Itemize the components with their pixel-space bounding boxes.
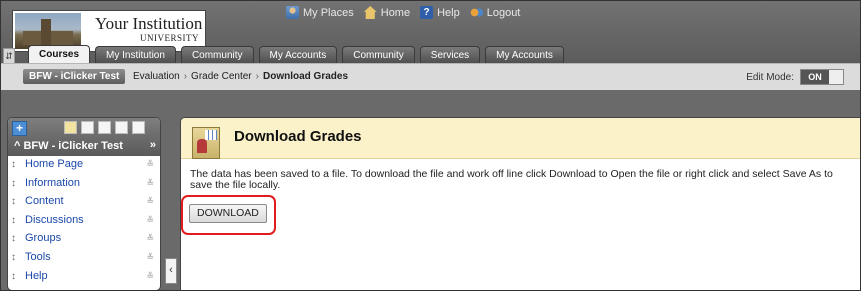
course-menu-header: + ^ BFW - iClicker Test » — [8, 118, 160, 156]
tab-bar: Courses My Institution Community My Acco… — [28, 45, 564, 64]
breadcrumb: Evaluation › Grade Center › Download Grades — [133, 71, 348, 82]
my-places-link[interactable]: My Places — [286, 6, 354, 19]
help-label: Help — [437, 6, 460, 19]
menu-item-label: Discussions — [25, 213, 84, 226]
edit-mode: Edit Mode: ON — [746, 69, 844, 85]
logo-title: Your Institution — [95, 14, 203, 33]
campus-image — [15, 13, 81, 49]
my-places-label: My Places — [303, 6, 354, 19]
tab-services[interactable]: Services — [419, 46, 481, 64]
drag-handle-icon[interactable]: ↕ — [11, 214, 17, 227]
chevron-down-icon[interactable]: ≚ — [146, 268, 154, 286]
tab-community-2[interactable]: Community — [342, 46, 415, 64]
menu-item-content[interactable]: ↕ Content ≚ — [8, 193, 160, 212]
menu-item-label: Tools — [25, 250, 51, 263]
course-menu-title[interactable]: ^ BFW - iClicker Test — [14, 140, 123, 152]
course-menu: + ^ BFW - iClicker Test » ↕ Home Page ≚ ↕ I… — [7, 117, 161, 290]
menu-item-label: Content — [25, 195, 64, 208]
menu-item-groups[interactable]: ↕ Groups ≚ — [8, 230, 160, 249]
browser-frame: Your Institution UNIVERSITY My Places Ho… — [0, 0, 861, 291]
logo-subtitle: UNIVERSITY — [140, 33, 199, 43]
menu-item-tools[interactable]: ↕ Tools ≚ — [8, 249, 160, 268]
logout-link[interactable]: Logout — [469, 6, 521, 19]
help-icon: ? — [420, 6, 434, 19]
home-label: Home — [380, 6, 411, 19]
person-figure — [197, 139, 207, 153]
menu-view-options — [64, 121, 145, 134]
main-area: + ^ BFW - iClicker Test » ↕ Home Page ≚ ↕ I… — [1, 90, 860, 290]
breadcrumb-separator: › — [255, 71, 259, 82]
menu-item-label: Information — [25, 176, 81, 189]
page-title: Download Grades — [234, 128, 362, 145]
course-menu-title-text: BFW - iClicker Test — [23, 140, 123, 152]
course-menu-list: ↕ Home Page ≚ ↕ Information ≚ ↕ Content ≚ ↕ Dis… — [8, 156, 160, 287]
menu-item-information[interactable]: ↕ Information ≚ — [8, 175, 160, 194]
chevron-down-icon[interactable]: ≚ — [146, 212, 154, 230]
window-view-icon[interactable] — [98, 121, 111, 134]
chevron-down-icon[interactable]: ≚ — [146, 156, 154, 174]
top-navigation: My Places Home ? Help Logout — [286, 6, 520, 19]
drag-handle-icon[interactable]: ↕ — [11, 270, 17, 283]
download-message: The data has been saved to a file. To do… — [190, 168, 833, 191]
edit-mode-toggle[interactable]: ON — [800, 69, 844, 85]
building-tower — [41, 19, 51, 45]
tab-community[interactable]: Community — [180, 46, 254, 64]
chevron-down-icon[interactable]: ≚ — [146, 230, 154, 248]
tab-my-accounts[interactable]: My Accounts — [258, 46, 338, 64]
breadcrumb-separator: › — [183, 71, 188, 82]
download-grades-icon — [192, 127, 220, 159]
detail-view-icon[interactable] — [132, 121, 145, 134]
list-view-icon[interactable] — [64, 121, 77, 134]
drag-handle-icon[interactable]: ↕ — [11, 177, 17, 190]
breadcrumb-bar: BFW - iClicker Test Evaluation › Grade Cen… — [1, 63, 860, 91]
edit-mode-label: Edit Mode: — [746, 71, 794, 83]
content-panel: Download Grades The data has been saved … — [180, 117, 860, 290]
header: Your Institution UNIVERSITY My Places Ho… — [1, 1, 860, 65]
breadcrumb-evaluation[interactable]: Evaluation — [133, 71, 180, 82]
folder-view-icon[interactable] — [81, 121, 94, 134]
content-header: Download Grades — [181, 118, 860, 159]
logout-icon — [469, 6, 483, 19]
drag-handle-icon[interactable]: ↕ — [11, 232, 17, 245]
collapse-menu-arrow[interactable]: ‹ — [165, 258, 177, 284]
home-icon — [363, 6, 377, 19]
spreadsheet-grid — [205, 130, 217, 140]
menu-item-help[interactable]: ↕ Help ≚ — [8, 268, 160, 287]
menu-item-label: Home Page — [25, 158, 84, 170]
help-link[interactable]: ? Help — [420, 6, 460, 19]
highlight-annotation — [181, 195, 276, 235]
chevron-down-icon[interactable]: ≚ — [146, 193, 154, 211]
tab-my-institution[interactable]: My Institution — [95, 46, 176, 64]
menu-item-label: Help — [25, 269, 48, 282]
drag-handle-icon[interactable]: ↕ — [11, 195, 17, 208]
breadcrumb-current: Download Grades — [262, 71, 348, 82]
menu-item-discussions[interactable]: ↕ Discussions ≚ — [8, 212, 160, 231]
tab-my-accounts-2[interactable]: My Accounts — [485, 46, 564, 64]
menu-item-label: Groups — [25, 232, 62, 245]
tab-courses[interactable]: Courses — [28, 45, 91, 64]
home-link[interactable]: Home — [363, 6, 411, 19]
drag-handle-icon[interactable]: ↕ — [11, 251, 17, 264]
person-icon — [286, 6, 299, 19]
refresh-icon[interactable] — [115, 121, 128, 134]
breadcrumb-grade-center[interactable]: Grade Center — [191, 71, 252, 82]
course-badge[interactable]: BFW - iClicker Test — [23, 69, 126, 84]
edit-mode-state: ON — [801, 70, 829, 84]
drag-handle-icon[interactable]: ↕ — [11, 158, 17, 171]
course-menu-expand-button[interactable]: » — [150, 139, 156, 151]
add-menu-item-button[interactable]: + — [12, 121, 27, 136]
chevron-down-icon[interactable]: ≚ — [146, 249, 154, 267]
logout-label: Logout — [486, 6, 521, 19]
chevron-down-icon[interactable]: ≚ — [146, 175, 154, 193]
menu-item-home-page[interactable]: ↕ Home Page ≚ — [8, 156, 160, 175]
